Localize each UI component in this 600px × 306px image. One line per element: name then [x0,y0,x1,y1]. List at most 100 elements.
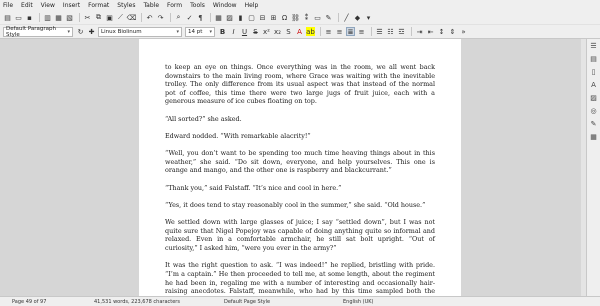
track-changes-icon[interactable]: ✎ [324,13,333,22]
menu-tools[interactable]: Tools [190,2,205,9]
menu-window[interactable]: Window [213,2,237,9]
paragraph: We settled down with large glasses of ju… [165,218,435,253]
find-replace-icon[interactable]: ⌕ [174,13,183,22]
font-name-select[interactable]: Linux Biolinum ▾ [98,26,182,37]
paragraph-style-value: Default Paragraph Style [6,25,57,38]
numbering-icon[interactable]: ☷ [386,27,395,36]
formatting-marks-icon[interactable]: ¶ [196,13,205,22]
bullets-icon[interactable]: ☰ [375,27,384,36]
superscript-icon[interactable]: x² [262,27,271,36]
menu-edit[interactable]: Edit [21,2,33,9]
menu-format[interactable]: Format [88,2,109,9]
more-options-icon[interactable]: » [459,27,468,36]
insert-field-icon[interactable]: ⊞ [269,13,278,22]
export-pdf-icon[interactable]: ▥ [43,13,52,22]
underline-icon[interactable]: U [240,27,249,36]
menu-styles[interactable]: Styles [117,2,135,9]
menu-view[interactable]: View [41,2,55,9]
document-page[interactable]: to keep an eye on things. Once everythin… [139,39,461,296]
toolbar-separator [338,13,339,22]
print-preview-icon[interactable]: ▧ [65,13,74,22]
clone-formatting-icon[interactable]: ⟋ [116,13,125,22]
shape-dropdown-icon[interactable]: ▾ [364,13,373,22]
paragraph: “Yes, it does tend to stay reasonably co… [165,200,426,209]
open-folder-icon[interactable]: ▭ [14,13,23,22]
shadow-icon[interactable]: S [284,27,293,36]
spelling-icon[interactable]: ✓ [185,13,194,22]
undo-icon[interactable]: ↶ [145,13,154,22]
hyperlink-icon[interactable]: ⛓ [291,13,300,22]
strikethrough-icon[interactable]: S [251,27,260,36]
styles-icon[interactable]: A [590,81,598,89]
language[interactable]: English (UK) [343,299,373,305]
menu-help[interactable]: Help [245,2,259,9]
gallery-icon[interactable]: ▨ [590,94,598,102]
toolbar-separator [39,13,40,22]
paragraph-spacing-icon[interactable]: ⇕ [448,27,457,36]
insert-table-icon[interactable]: ▦ [214,13,223,22]
menu-bar: File Edit View Insert Format Styles Tabl… [0,0,600,11]
menu-insert[interactable]: Insert [63,2,80,9]
page-style[interactable]: Default Page Style [224,299,270,305]
print-icon[interactable]: ▦ [54,13,63,22]
chevron-down-icon: ▾ [176,28,179,35]
basic-shapes-icon[interactable]: ◆ [353,13,362,22]
menu-table[interactable]: Table [144,2,160,9]
design-icon[interactable]: ▦ [590,133,598,141]
toolbar-separator [141,13,142,22]
paste-icon[interactable]: ▣ [105,13,114,22]
line-icon[interactable]: ╱ [342,13,351,22]
font-name-value: Linux Biolinum [101,28,142,35]
outline-icon[interactable]: ☲ [397,27,406,36]
update-style-icon[interactable]: ↻ [76,27,85,36]
italic-icon[interactable]: I [229,27,238,36]
sidebar-deck: ☰ ▤ ▯ A ▨ ◎ ✎ ▦ [586,39,600,296]
font-color-icon[interactable]: A [295,27,304,36]
paragraph: Edward nodded. “With remarkable alacrity… [165,131,311,140]
footnote-icon[interactable]: ⁑ [302,13,311,22]
toolbar-separator [79,13,80,22]
word-count[interactable]: 41,531 words, 223,678 characters [94,299,180,305]
comment-icon[interactable]: ▭ [313,13,322,22]
manage-changes-icon[interactable]: ✎ [590,120,598,128]
toolbar-separator [411,27,412,36]
paragraph: It was the right question to ask. “I was… [165,261,435,296]
clear-formatting-icon[interactable]: ⌫ [127,13,137,22]
sidebar-menu-icon[interactable]: ☰ [590,42,598,50]
font-size-select[interactable]: 14 pt ▾ [185,26,215,37]
insert-page-break-icon[interactable]: ⊟ [258,13,267,22]
align-right-icon[interactable]: ≡ [357,27,366,36]
redo-icon[interactable]: ↷ [156,13,165,22]
properties-icon[interactable]: ▤ [590,55,598,63]
insert-textbox-icon[interactable]: ▢ [247,13,256,22]
subscript-icon[interactable]: x₂ [273,27,282,36]
copy-icon[interactable]: ⧉ [94,13,103,22]
navigator-icon[interactable]: ◎ [590,107,598,115]
insert-image-icon[interactable]: ▨ [225,13,234,22]
align-justify-icon[interactable]: ≣ [346,27,355,36]
chevron-down-icon: ▾ [209,28,212,35]
align-left-icon[interactable]: ≡ [324,27,333,36]
cut-icon[interactable]: ✂ [83,13,92,22]
highlight-color-icon[interactable]: ab [306,27,315,36]
bold-icon[interactable]: B [218,27,227,36]
page-icon[interactable]: ▯ [590,68,598,76]
insert-chart-icon[interactable]: ▮ [236,13,245,22]
decrease-indent-icon[interactable]: ⇤ [426,27,435,36]
line-spacing-icon[interactable]: ↕ [437,27,446,36]
special-character-icon[interactable]: Ω [280,13,289,22]
page-count[interactable]: Page 49 of 97 [12,299,46,305]
toolbar-separator [210,13,211,22]
new-document-icon[interactable]: ▤ [3,13,12,22]
increase-indent-icon[interactable]: ⇥ [415,27,424,36]
toolbar-separator [320,27,321,36]
toolbar-separator [170,13,171,22]
align-center-icon[interactable]: ≡ [335,27,344,36]
new-style-icon[interactable]: ✚ [87,27,96,36]
menu-file[interactable]: File [3,2,13,9]
menu-form[interactable]: Form [167,2,182,9]
paragraph-style-select[interactable]: Default Paragraph Style ▾ [3,25,73,38]
paragraph: to keep an eye on things. Once everythin… [165,63,435,106]
save-icon[interactable]: ▪ [25,13,34,22]
standard-toolbar: ▤ ▭ ▪ ▥ ▦ ▧ ✂ ⧉ ▣ ⟋ ⌫ ↶ ↷ ⌕ ✓ ¶ ▦ ▨ ▮ ▢ … [0,11,600,25]
